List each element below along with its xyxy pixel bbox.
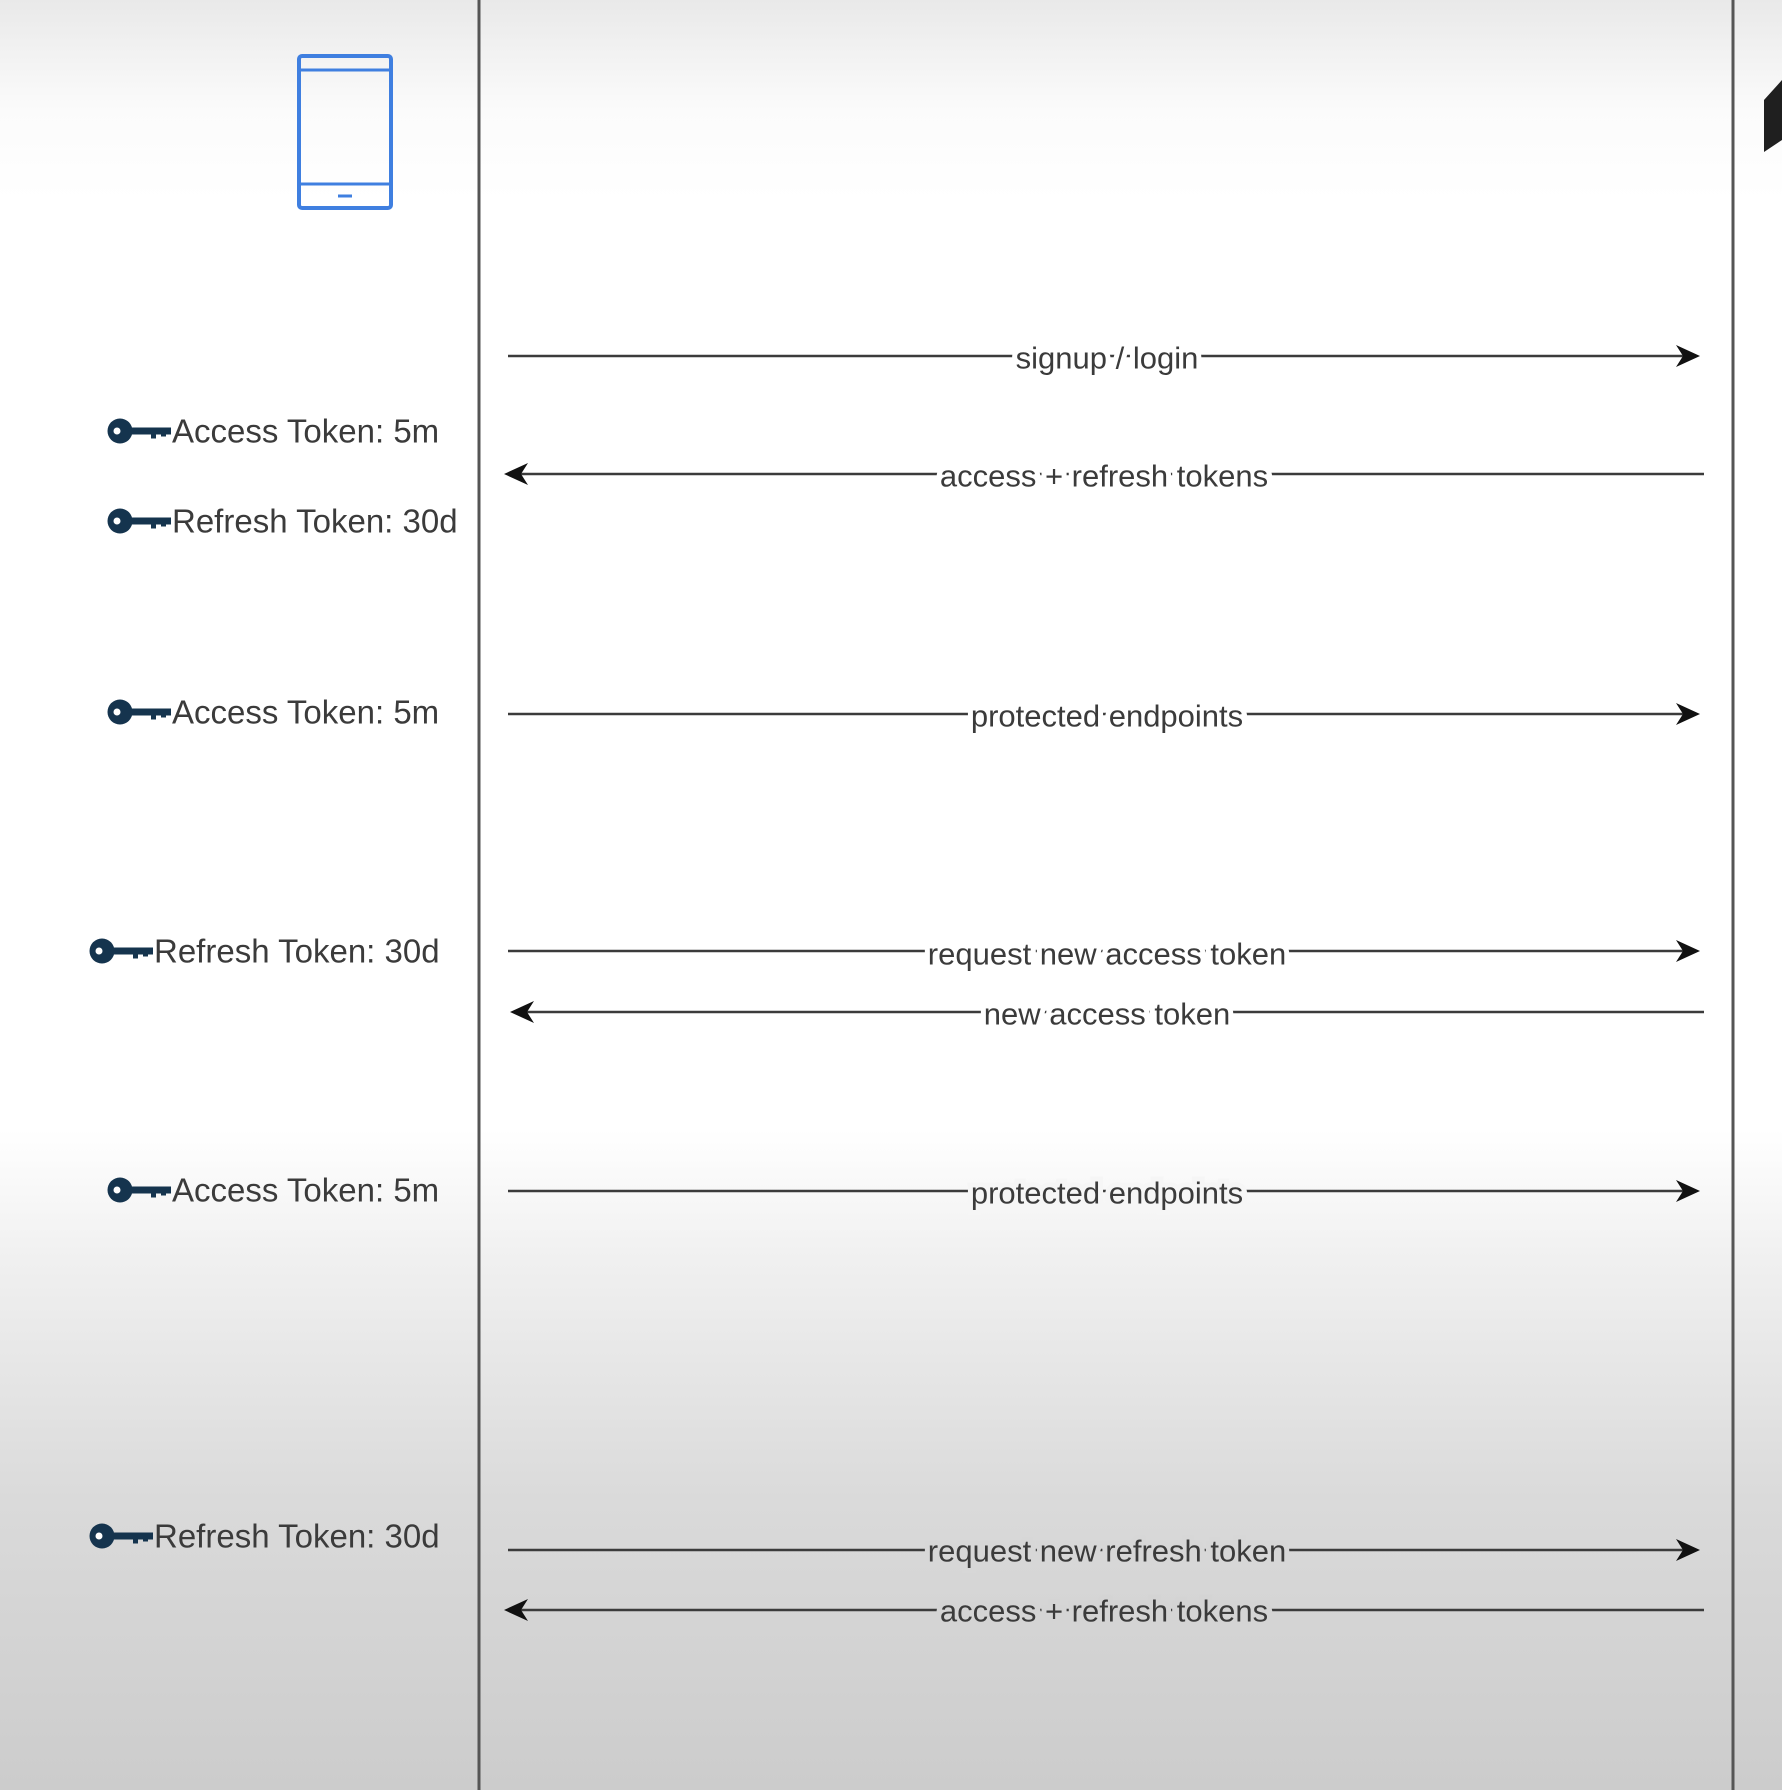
token-label-text: Refresh Token: 30d bbox=[154, 1518, 440, 1555]
message-new-access-token: new access token bbox=[510, 992, 1704, 1037]
token-label-text: Refresh Token: 30d bbox=[154, 933, 440, 970]
message-protected-endpoints-2: protected endpoints bbox=[508, 1171, 1700, 1216]
token-label-refresh-3: Refresh Token: 30d bbox=[89, 1518, 440, 1555]
message-request-new-refresh-token: request new refresh token bbox=[508, 1529, 1700, 1574]
key-icon bbox=[107, 1177, 171, 1203]
message-access-refresh-tokens-1: access + refresh tokens bbox=[504, 454, 1704, 499]
token-label-access-3: Access Token: 5m bbox=[107, 1172, 439, 1209]
key-icon bbox=[89, 938, 153, 964]
mobile-phone-icon bbox=[297, 54, 393, 210]
token-label-refresh-1: Refresh Token: 30d bbox=[107, 503, 458, 540]
message-label: access + refresh tokens bbox=[940, 1594, 1268, 1629]
message-label: request new refresh token bbox=[928, 1534, 1286, 1569]
message-request-new-access-token: request new access token bbox=[508, 932, 1700, 977]
token-label-text: Access Token: 5m bbox=[172, 694, 439, 731]
message-signup-login: signup / login bbox=[508, 336, 1700, 381]
token-label-text: Access Token: 5m bbox=[172, 413, 439, 450]
token-label-text: Access Token: 5m bbox=[172, 1172, 439, 1209]
token-label-access-2: Access Token: 5m bbox=[107, 694, 439, 731]
message-label: access + refresh tokens bbox=[940, 459, 1268, 494]
key-icon bbox=[107, 699, 171, 725]
token-label-access-1: Access Token: 5m bbox=[107, 413, 439, 450]
token-label-text: Refresh Token: 30d bbox=[172, 503, 458, 540]
message-label: request new access token bbox=[928, 937, 1286, 972]
message-label: new access token bbox=[984, 997, 1230, 1032]
server-icon bbox=[1764, 80, 1782, 152]
sequence-diagram: Access Token: 5m Refresh Token: 30d Acce… bbox=[89, 0, 1782, 1790]
message-label: protected endpoints bbox=[971, 699, 1243, 734]
key-icon bbox=[107, 418, 171, 444]
message-access-refresh-tokens-2: access + refresh tokens bbox=[504, 1589, 1704, 1634]
key-icon bbox=[107, 508, 171, 534]
message-protected-endpoints-1: protected endpoints bbox=[508, 694, 1700, 739]
token-label-refresh-2: Refresh Token: 30d bbox=[89, 933, 440, 970]
message-label: signup / login bbox=[1016, 341, 1199, 376]
key-icon bbox=[89, 1523, 153, 1549]
message-label: protected endpoints bbox=[971, 1176, 1243, 1211]
